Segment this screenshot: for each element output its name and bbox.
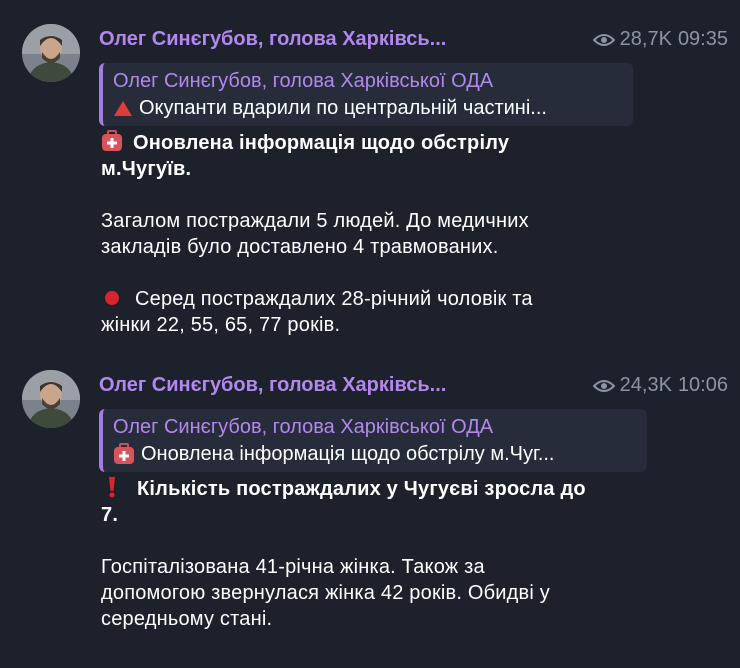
red-triangle-icon — [114, 101, 132, 116]
post-meta: 28,7K 09:35 — [592, 28, 728, 51]
bullet-line: жінки 22, 55, 65, 77 років. — [101, 314, 341, 336]
author-name[interactable]: Олег Синєгубов, голова Харківсь... — [99, 374, 446, 397]
paragraph: Загалом постраждали 5 людей. До медичних… — [101, 208, 701, 260]
headline-line-1: Кількість постраждалих у Чугуєві зросла … — [137, 478, 586, 500]
red-circle-icon — [105, 291, 119, 305]
quote-text: Окупанти вдарили по центральній частині.… — [139, 97, 547, 119]
exclamation-icon — [109, 477, 115, 498]
medical-kit-icon — [114, 443, 134, 464]
paragraph-line: допомогою звернулася жінка 42 років. Оби… — [101, 582, 550, 604]
paragraph-line: Госпіталізована 41-річна жінка. Також за — [101, 556, 485, 578]
view-count: 28,7K — [619, 28, 672, 50]
message-body: Кількість постраждалих у Чугуєві зросла … — [101, 476, 701, 632]
post-time: 10:06 — [677, 374, 728, 396]
headline: Кількість постраждалих у Чугуєві зросла … — [101, 476, 701, 528]
reply-quote[interactable]: Олег Синєгубов, голова Харківської ОДА О… — [99, 409, 647, 472]
medical-kit-icon — [102, 130, 122, 151]
reply-quote[interactable]: Олег Синєгубов, голова Харківської ОДА О… — [99, 63, 633, 126]
avatar[interactable] — [22, 24, 80, 82]
headline-line-2: м.Чугуїв. — [101, 158, 192, 180]
quote-author: Олег Синєгубов, голова Харківської ОДА — [113, 416, 494, 438]
paragraph-line: закладів було доставлено 4 травмованих. — [101, 236, 499, 258]
headline: Оновлена інформація щодо обстрілу м.Чугу… — [101, 130, 701, 182]
bullet-item: Серед постраждалих 28-річний чоловік та … — [101, 286, 701, 338]
paragraph-line: Загалом постраждали 5 людей. До медичних — [101, 210, 529, 232]
message-body: Оновлена інформація щодо обстрілу м.Чугу… — [101, 130, 701, 338]
headline-line-2: 7. — [101, 504, 119, 526]
quote-text-row: Оновлена інформація щодо обстрілу м.Чуг.… — [113, 440, 635, 468]
author-name[interactable]: Олег Синєгубов, голова Харківсь... — [99, 28, 446, 51]
quote-author: Олег Синєгубов, голова Харківської ОДА — [113, 70, 494, 92]
view-count: 24,3K — [619, 374, 672, 396]
person-avatar-icon — [22, 370, 80, 428]
person-avatar-icon — [22, 24, 80, 82]
eye-icon — [592, 33, 615, 46]
headline-line-1: Оновлена інформація щодо обстрілу — [133, 132, 510, 154]
paragraph-line: середньому стані. — [101, 608, 273, 630]
avatar[interactable] — [22, 370, 80, 428]
eye-icon — [592, 379, 615, 392]
quote-text-row: Окупанти вдарили по центральній частині.… — [113, 94, 621, 122]
quote-text: Оновлена інформація щодо обстрілу м.Чуг.… — [141, 443, 555, 465]
post-time: 09:35 — [677, 28, 728, 50]
paragraph: Госпіталізована 41-річна жінка. Також за… — [101, 554, 701, 632]
bullet-line: Серед постраждалих 28-річний чоловік та — [135, 288, 533, 310]
post-meta: 24,3K 10:06 — [592, 374, 728, 397]
